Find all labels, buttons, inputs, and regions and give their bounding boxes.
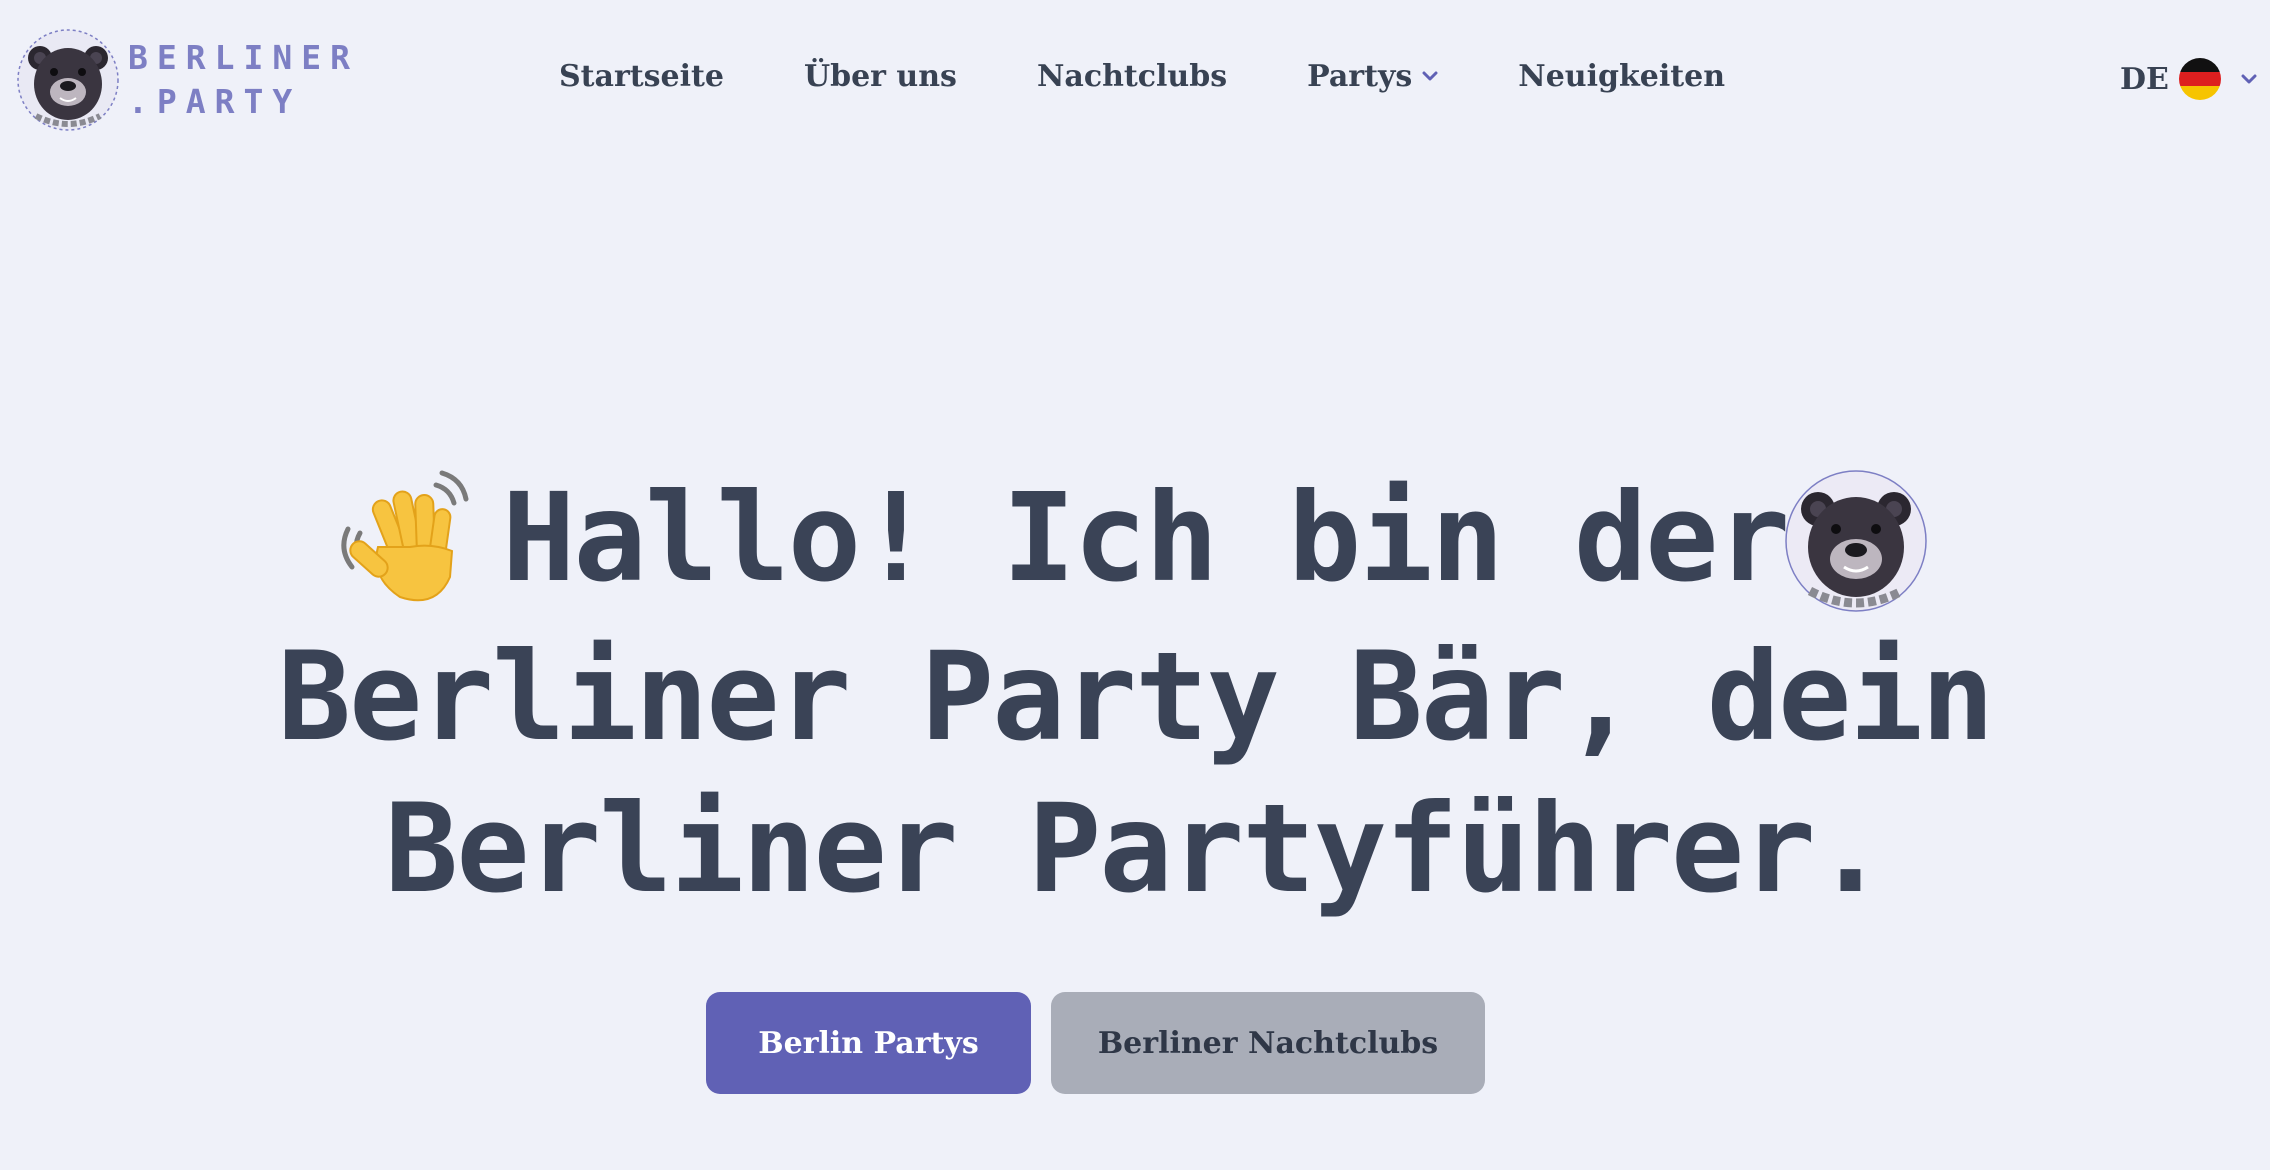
hero-heading: Hallo! Ich bin der Berliner Party Bär, d…	[0, 462, 2270, 925]
nav-partys-label: Partys	[1307, 58, 1413, 94]
nav-nachtclubs[interactable]: Nachtclubs	[1037, 59, 1227, 94]
logo-line-1: BERLINER	[128, 38, 359, 77]
nav-partys[interactable]: Partys	[1307, 59, 1438, 94]
berlin-partys-button[interactable]: Berlin Partys	[706, 992, 1031, 1094]
hero-line-3: Berliner Partyführer.	[384, 777, 1887, 920]
berliner-nachtclubs-button[interactable]: Berliner Nachtclubs	[1051, 992, 1485, 1094]
site-logo[interactable]: BERLINER .PARTY	[16, 28, 359, 132]
hero-line-2: Berliner Party Bär, dein	[277, 625, 1995, 768]
hero-line-1-text: Hallo! Ich bin der	[501, 467, 1790, 609]
bear-logo-icon	[17, 29, 119, 131]
hero-section: Hallo! Ich bin der Berliner Party Bär, d…	[0, 462, 2270, 925]
waving-hand-icon	[341, 470, 469, 601]
bear-avatar-icon	[1785, 470, 1927, 612]
language-code: DE	[2120, 61, 2169, 97]
logo-line-2: .PARTY	[128, 82, 302, 121]
nav-ueber-uns[interactable]: Über uns	[804, 59, 957, 94]
chevron-down-icon	[2241, 74, 2257, 84]
nav-neuigkeiten[interactable]: Neuigkeiten	[1518, 59, 1725, 94]
cta-buttons: Berlin Partys Berliner Nachtclubs	[0, 992, 2270, 1094]
page: BERLINER .PARTY Startseite Über uns Nach…	[0, 0, 2270, 1170]
hero-line-1: Hallo! Ich bin der	[0, 462, 2270, 621]
main-nav: Startseite Über uns Nachtclubs Partys Ne…	[559, 52, 1725, 100]
chevron-down-icon	[1422, 71, 1438, 81]
nav-startseite[interactable]: Startseite	[559, 59, 724, 94]
language-selector[interactable]: DE	[2120, 58, 2257, 100]
germany-flag-icon	[2178, 58, 2221, 100]
logo-text: BERLINER .PARTY	[128, 39, 359, 121]
